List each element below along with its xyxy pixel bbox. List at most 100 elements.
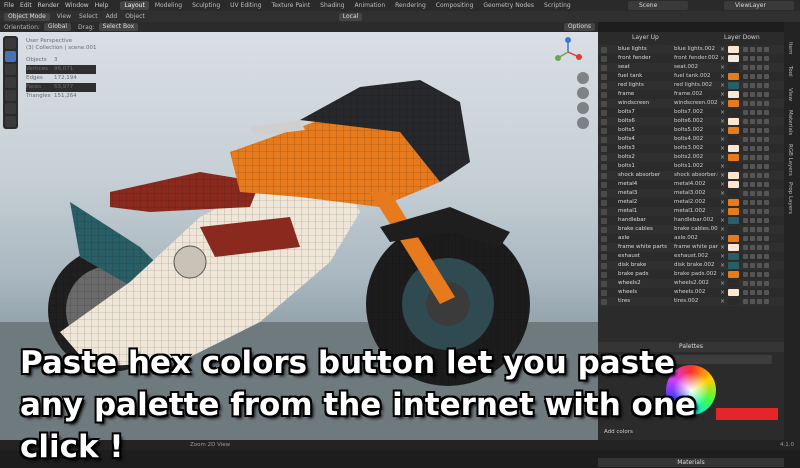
layer-down-name[interactable]: frame white parts bbox=[668, 243, 718, 252]
lock-icon[interactable] bbox=[750, 155, 755, 160]
layer-icon[interactable] bbox=[601, 281, 607, 287]
color-swatch[interactable] bbox=[728, 244, 739, 251]
remove-icon[interactable]: × bbox=[720, 45, 725, 54]
remove-icon[interactable]: × bbox=[720, 198, 725, 207]
lock-icon[interactable] bbox=[750, 299, 755, 304]
layer-down-name[interactable]: bolts2.002 bbox=[668, 153, 718, 162]
lock-icon[interactable] bbox=[750, 272, 755, 277]
layer-row[interactable]: metal4 metal4.002 × bbox=[598, 180, 784, 189]
layer-down-name[interactable]: shock absorber.002 bbox=[668, 171, 718, 180]
visibility-icon[interactable] bbox=[743, 119, 748, 124]
more-icon[interactable] bbox=[764, 272, 769, 277]
more-icon[interactable] bbox=[764, 227, 769, 232]
layer-down-name[interactable]: blue lights.002 bbox=[668, 45, 718, 54]
visibility-icon[interactable] bbox=[743, 110, 748, 115]
lock-icon[interactable] bbox=[750, 110, 755, 115]
lock-icon[interactable] bbox=[750, 173, 755, 178]
link-icon[interactable] bbox=[757, 110, 762, 115]
layer-down-name[interactable]: seat.002 bbox=[668, 63, 718, 72]
tab-item[interactable]: Item bbox=[787, 42, 793, 55]
link-icon[interactable] bbox=[757, 56, 762, 61]
more-icon[interactable] bbox=[764, 281, 769, 286]
remove-icon[interactable]: × bbox=[720, 270, 725, 279]
menu-view[interactable]: View bbox=[57, 13, 71, 20]
color-swatch[interactable] bbox=[728, 208, 739, 215]
visibility-icon[interactable] bbox=[743, 236, 748, 241]
lock-icon[interactable] bbox=[750, 137, 755, 142]
layer-down-name[interactable]: brake pads.002 bbox=[668, 270, 718, 279]
layer-row[interactable]: bolts6 bolts6.002 × bbox=[598, 117, 784, 126]
visibility-icon[interactable] bbox=[743, 209, 748, 214]
lock-icon[interactable] bbox=[750, 101, 755, 106]
visibility-icon[interactable] bbox=[743, 182, 748, 187]
layer-row[interactable]: blue lights blue lights.002 × bbox=[598, 45, 784, 54]
more-icon[interactable] bbox=[764, 245, 769, 250]
color-swatch[interactable] bbox=[728, 64, 739, 71]
options-dropdown[interactable]: Options bbox=[563, 23, 595, 31]
visibility-icon[interactable] bbox=[743, 290, 748, 295]
link-icon[interactable] bbox=[757, 74, 762, 79]
layer-icon[interactable] bbox=[601, 182, 607, 188]
layer-icon[interactable] bbox=[601, 173, 607, 179]
lock-icon[interactable] bbox=[750, 236, 755, 241]
layer-row[interactable]: windscreen windscreen.002 × bbox=[598, 99, 784, 108]
more-icon[interactable] bbox=[764, 101, 769, 106]
color-swatch[interactable] bbox=[728, 190, 739, 197]
layer-row[interactable]: tires tires.002 × bbox=[598, 297, 784, 306]
color-swatch[interactable] bbox=[728, 46, 739, 53]
layer-icon[interactable] bbox=[601, 101, 607, 107]
menu-edit[interactable]: Edit bbox=[20, 2, 32, 9]
tab-uv-editing[interactable]: UV Editing bbox=[226, 1, 265, 10]
remove-icon[interactable]: × bbox=[720, 126, 725, 135]
view-layer-selector[interactable]: ViewLayer bbox=[724, 1, 794, 10]
remove-icon[interactable]: × bbox=[720, 90, 725, 99]
more-icon[interactable] bbox=[764, 236, 769, 241]
tab-rgb-layers[interactable]: RGB Layers bbox=[787, 144, 793, 176]
layer-icon[interactable] bbox=[601, 65, 607, 71]
lock-icon[interactable] bbox=[750, 83, 755, 88]
ortho-toggle-icon[interactable] bbox=[577, 117, 589, 129]
color-swatch[interactable] bbox=[728, 136, 739, 143]
visibility-icon[interactable] bbox=[743, 227, 748, 232]
layer-icon[interactable] bbox=[601, 227, 607, 233]
layer-row[interactable]: fuel tank fuel tank.002 × bbox=[598, 72, 784, 81]
layer-row[interactable]: bolts7 bolts7.002 × bbox=[598, 108, 784, 117]
tab-layout[interactable]: Layout bbox=[120, 1, 149, 10]
layer-down-name[interactable]: frame.002 bbox=[668, 90, 718, 99]
layer-icon[interactable] bbox=[601, 110, 607, 116]
link-icon[interactable] bbox=[757, 173, 762, 178]
layer-row[interactable]: red lights red lights.002 × bbox=[598, 81, 784, 90]
lock-icon[interactable] bbox=[750, 290, 755, 295]
lock-icon[interactable] bbox=[750, 191, 755, 196]
visibility-icon[interactable] bbox=[743, 263, 748, 268]
lock-icon[interactable] bbox=[750, 119, 755, 124]
visibility-icon[interactable] bbox=[743, 83, 748, 88]
color-swatch[interactable] bbox=[728, 145, 739, 152]
layer-row[interactable]: metal2 metal2.002 × bbox=[598, 198, 784, 207]
lock-icon[interactable] bbox=[750, 47, 755, 52]
link-icon[interactable] bbox=[757, 182, 762, 187]
visibility-icon[interactable] bbox=[743, 173, 748, 178]
layer-down-name[interactable]: metal2.002 bbox=[668, 198, 718, 207]
remove-icon[interactable]: × bbox=[720, 162, 725, 171]
tab-materials[interactable]: Materials bbox=[787, 110, 793, 135]
layer-icon[interactable] bbox=[601, 155, 607, 161]
color-swatch[interactable] bbox=[728, 109, 739, 116]
visibility-icon[interactable] bbox=[743, 191, 748, 196]
lock-icon[interactable] bbox=[750, 209, 755, 214]
color-swatch[interactable] bbox=[728, 82, 739, 89]
layer-down-name[interactable]: metal4.002 bbox=[668, 180, 718, 189]
rotate-tool-icon[interactable] bbox=[5, 64, 16, 75]
visibility-icon[interactable] bbox=[743, 47, 748, 52]
layer-icon[interactable] bbox=[601, 83, 607, 89]
remove-icon[interactable]: × bbox=[720, 225, 725, 234]
more-icon[interactable] bbox=[764, 173, 769, 178]
zoom-icon[interactable] bbox=[577, 72, 589, 84]
link-icon[interactable] bbox=[757, 119, 762, 124]
tab-shading[interactable]: Shading bbox=[316, 1, 348, 10]
visibility-icon[interactable] bbox=[743, 74, 748, 79]
layer-down-name[interactable]: bolts3.002 bbox=[668, 144, 718, 153]
remove-icon[interactable]: × bbox=[720, 144, 725, 153]
color-swatch[interactable] bbox=[728, 55, 739, 62]
remove-icon[interactable]: × bbox=[720, 135, 725, 144]
